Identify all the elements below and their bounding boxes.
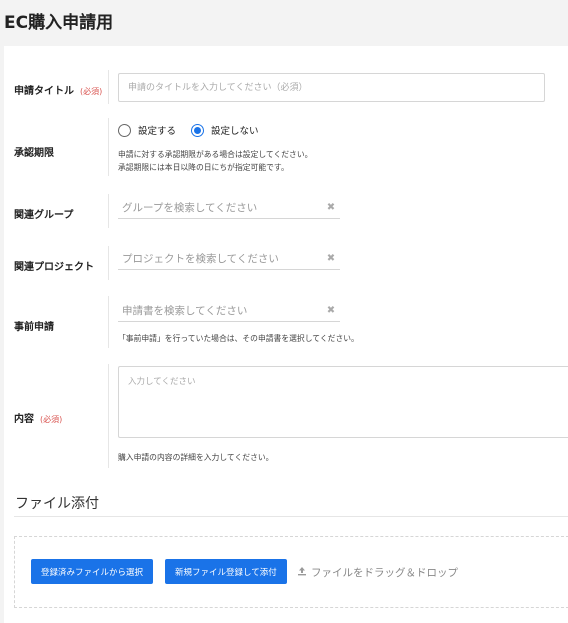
divider [108,246,109,280]
close-icon[interactable]: ✖ [322,305,340,316]
close-icon[interactable]: ✖ [322,253,340,264]
close-icon[interactable]: ✖ [322,202,340,213]
content-label: 内容 (必須) [14,414,63,425]
required-marker: (必須) [80,87,103,96]
approval-deadline-radio-group: 設定する 設定しない [118,123,274,137]
required-marker: (必須) [40,415,63,424]
divider [108,364,109,468]
related-group-label: 関連グループ [14,210,74,221]
divider [108,296,109,348]
file-dropzone[interactable]: 登録済みファイルから選択 新規ファイル登録して添付 ファイルをドラッグ＆ドロップ [14,536,568,608]
divider [108,70,109,104]
upload-icon [297,566,307,579]
page-title: EC購入申請用 [4,13,114,33]
divider [108,118,109,176]
pre-application-label: 事前申請 [14,322,54,333]
related-project-label: 関連プロジェクト [14,262,94,273]
related-group-search[interactable]: グループを検索してください ✖ [118,196,340,219]
title-field-label: 申請タイトル (必須) [14,86,103,97]
register-new-file-button[interactable]: 新規ファイル登録して添付 [165,559,287,584]
pre-application-help: 「事前申請」を行っていた場合は、その申請書を選択してください。 [118,334,359,343]
pre-application-search[interactable]: 申請書を検索してください ✖ [118,299,340,322]
section-divider [14,516,568,517]
radio-no-deadline[interactable]: 設定しない [191,123,259,137]
content-textarea[interactable] [118,366,568,438]
radio-checked-icon[interactable] [191,123,205,137]
approval-deadline-help: 申請に対する承認期限がある場合は設定してください。 承認期限には本日以降の日にち… [118,150,313,172]
radio-unchecked-icon[interactable] [118,123,131,137]
select-registered-file-button[interactable]: 登録済みファイルから選択 [31,559,154,584]
related-project-search[interactable]: プロジェクトを検索してください ✖ [118,247,340,270]
title-input[interactable] [118,73,545,102]
drop-hint: ファイルをドラッグ＆ドロップ [297,565,458,580]
divider [108,194,109,228]
attachments-section-title: ファイル添付 [15,496,99,512]
approval-deadline-label: 承認期限 [14,148,54,159]
application-form: 申請タイトル(必須) 承認期限 設定する 設定しない 申請に対する承認期限がある… [4,46,568,623]
content-help: 購入申請の内容の詳細を入力してください。 [118,453,274,462]
radio-set-deadline[interactable]: 設定する [118,123,176,137]
